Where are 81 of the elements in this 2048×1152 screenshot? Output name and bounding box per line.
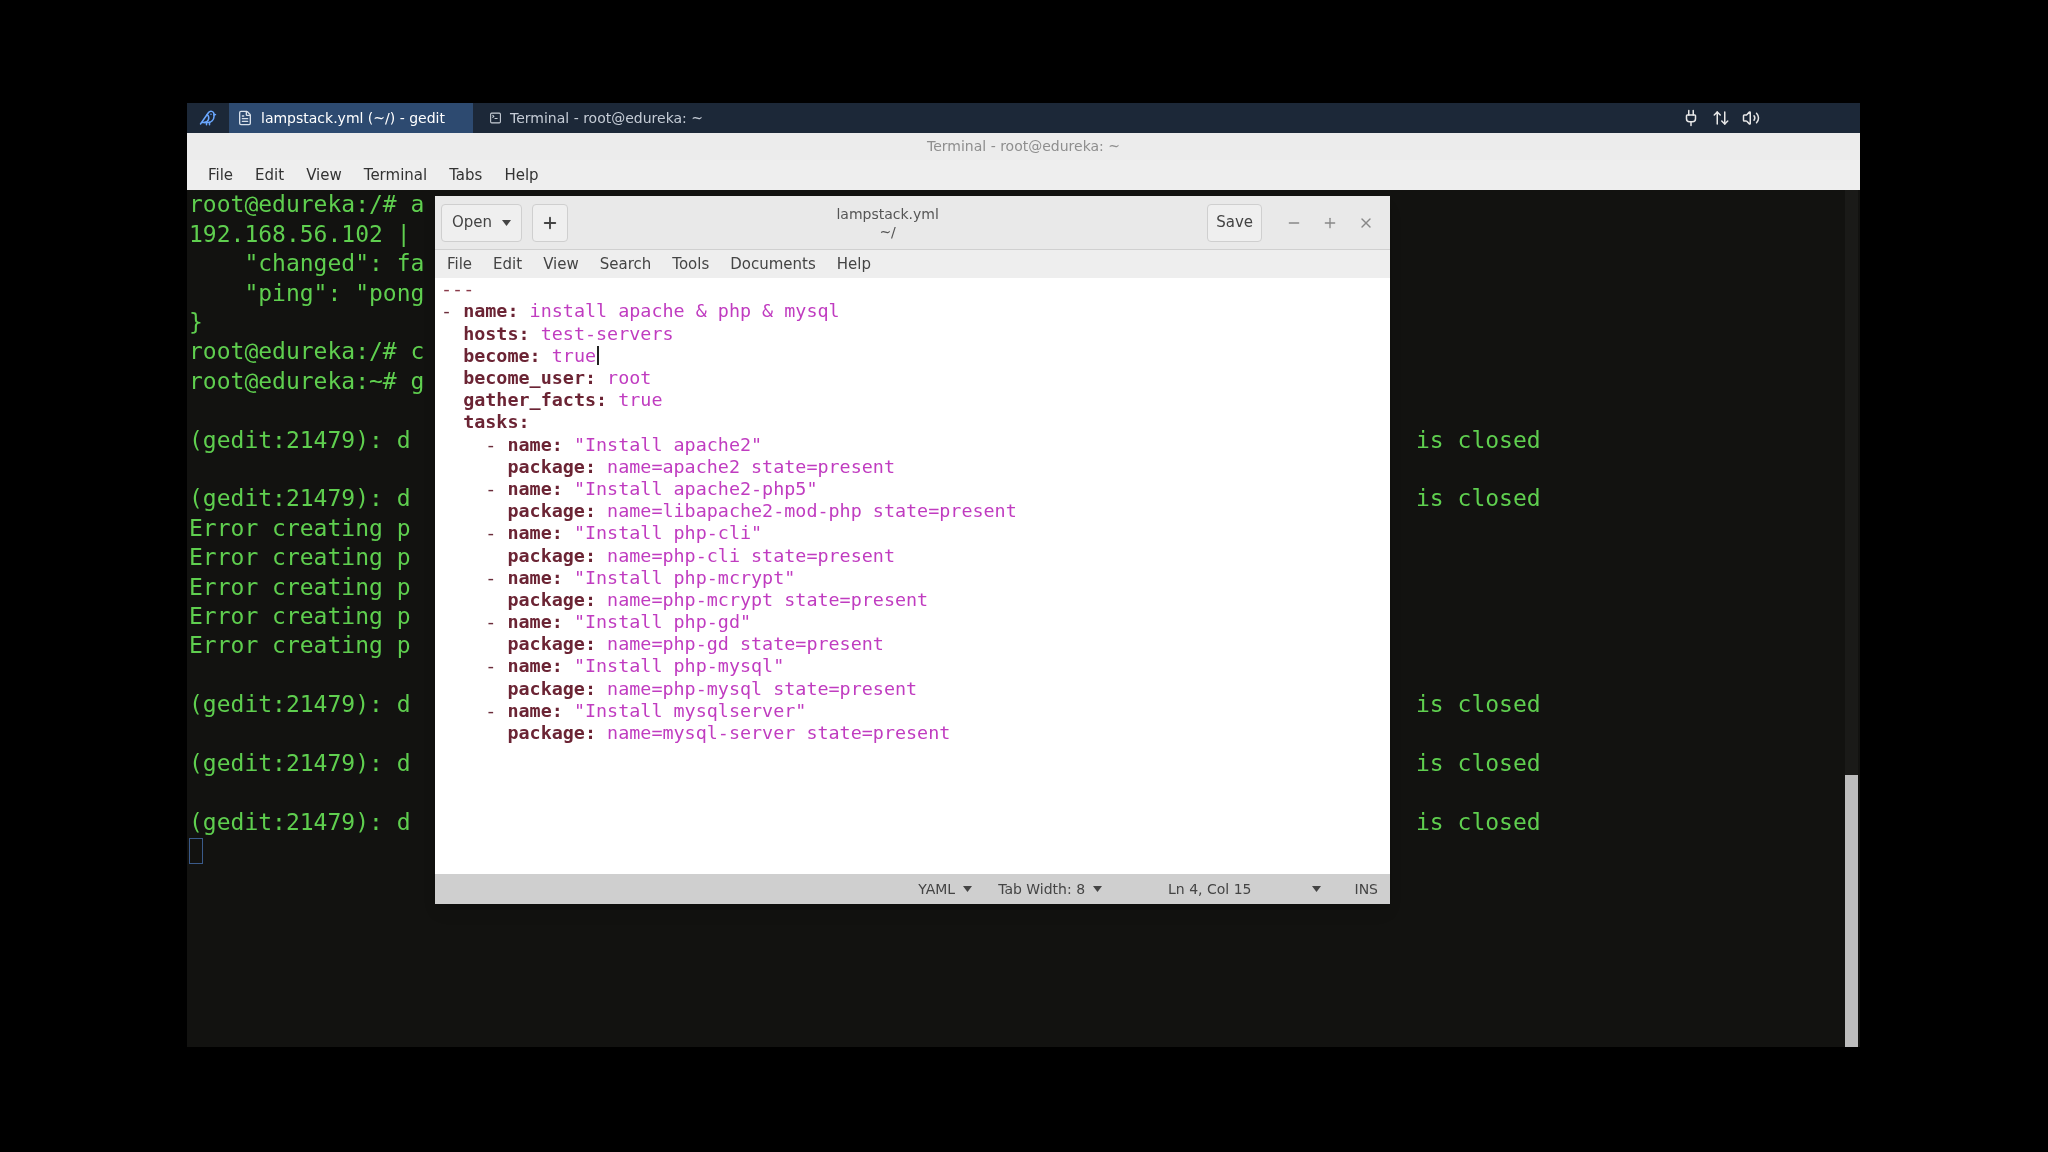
terminal-line: Error creating p [189,632,411,659]
tab-width-selector[interactable]: Tab Width: 8 [998,878,1103,900]
terminal-line: "ping": "pong [243,279,425,306]
scrollbar[interactable] [1845,190,1858,1047]
terminal-line: root@edureka:~# g [189,367,425,394]
new-tab-button[interactable] [532,203,569,242]
scrollbar-thumb[interactable] [1845,775,1858,1047]
terminal-line: (gedit:21479): d [189,485,411,512]
taskbar-button[interactable]: lampstack.yml (~/) - gedit [229,103,473,133]
code-line: - name: install apache & php & mysql [441,299,840,324]
code-editor[interactable] [435,278,1390,874]
terminal-icon [489,110,503,126]
menu-item[interactable]: View [306,163,342,187]
volume-icon[interactable] [1742,109,1760,127]
menu-item[interactable]: Search [599,252,652,276]
code-line: package: name=php-mcrypt state=present [506,588,929,612]
terminal-line: is closed [1416,425,1541,455]
menu-item[interactable]: Documents [730,252,816,276]
code-line: - name: "Install php-mysql" [484,654,785,679]
code-line: gather_facts: true [462,388,663,413]
terminal-line: root@edureka:/# c [189,338,425,365]
terminal-line: "changed": fa [243,250,425,277]
terminal-cursor [189,838,203,865]
terminal-line: Error creating p [189,544,411,571]
terminal-line: } [189,309,203,335]
menu-item[interactable]: View [543,252,579,276]
menu-item[interactable]: Tabs [449,163,483,187]
menu-item[interactable]: Edit [255,163,285,187]
terminal-line: Error creating p [189,514,411,541]
code-line: hosts: test-servers [462,321,674,346]
terminal-line: root@edureka:/# a [189,191,425,218]
save-button[interactable]: Save [1207,203,1262,242]
terminal-line: is closed [1416,484,1541,514]
code-line: - name: "Install php-mcrypt" [484,566,796,590]
terminal-line: is closed [1416,690,1541,720]
terminal-line: 192.168.56.102 | [189,220,411,247]
terminal-line: Error creating p [189,573,411,600]
cursor-position: Ln 4, Col 15 [1168,879,1252,899]
network-icon[interactable] [1712,109,1730,127]
code-line: - name: "Install apache2" [484,432,763,457]
menu-item[interactable]: Help [504,163,539,187]
caret-icon [963,886,973,892]
code-line: package: name=mysql-server state=present [506,721,951,746]
code-line: - name: "Install apache2-php5" [484,477,818,501]
document-icon [237,110,253,126]
caret-icon [1311,886,1321,892]
menu-item[interactable]: Tools [672,252,710,276]
code-line: - name: "Install php-cli" [484,521,763,546]
menu-item[interactable]: File [447,252,473,276]
code-line: tasks: [462,410,530,435]
terminal-line: is closed [1416,807,1541,837]
window-title: Terminal - root@edureka: ~ [927,137,1120,156]
code-line: package: name=php-gd state=present [506,632,884,657]
insert-mode: INS [1354,879,1378,899]
code-line: become_user: root [462,366,652,391]
code-line: --- [441,277,475,302]
terminal-line: (gedit:21479): d [189,808,411,835]
window-title: lampstack.yml [836,204,939,223]
menu-item[interactable]: Terminal [363,163,428,187]
bird-icon[interactable] [199,109,217,127]
terminal-line: (gedit:21479): d [189,749,411,776]
menu-item[interactable]: Edit [493,252,523,276]
window-subtitle: ~/ [879,222,896,241]
caret-icon [502,219,512,226]
open-button[interactable]: Open [441,203,523,242]
terminal-line: (gedit:21479): d [189,691,411,718]
terminal-line: is closed [1416,748,1541,778]
language-selector[interactable]: YAML [918,878,973,900]
taskbar-button[interactable]: Terminal - root@edureka: ~ [481,103,711,133]
code-line: - name: "Install php-gd" [484,610,752,635]
code-line: package: name=libapache2-mod-php state=present [506,499,1017,524]
caret-icon [1093,886,1103,892]
code-line: - name: "Install mysqlserver" [484,699,807,723]
menu-item[interactable]: Help [836,252,871,276]
code-line: package: name=apache2 state=present [506,455,895,479]
code-line: become: true [462,343,597,368]
terminal-line: Error creating p [189,602,411,629]
menu-item[interactable]: File [208,163,234,187]
code-line: package: name=php-cli state=present [506,543,895,568]
code-line: package: name=php-mysql state=present [506,676,918,701]
terminal-line: (gedit:21479): d [189,426,411,453]
